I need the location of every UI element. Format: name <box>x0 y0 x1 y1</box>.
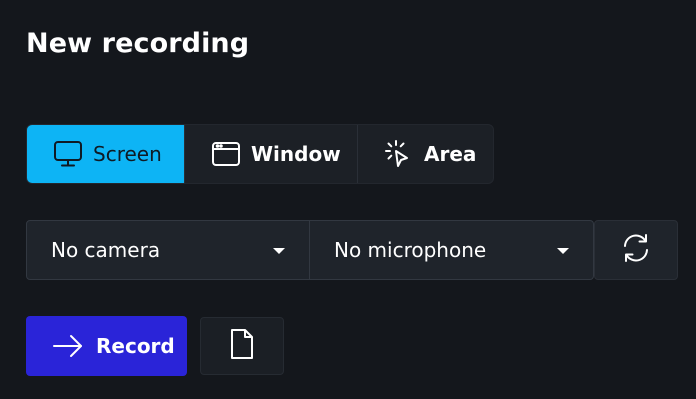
tab-area-label: Area <box>424 142 477 166</box>
open-file-button[interactable] <box>200 317 284 375</box>
camera-select[interactable]: No camera <box>26 220 310 280</box>
tab-screen[interactable]: Screen <box>27 125 184 183</box>
file-icon <box>229 328 255 364</box>
refresh-icon <box>620 232 652 268</box>
monitor-icon <box>53 138 83 170</box>
page-title: New recording <box>26 28 250 59</box>
camera-select-value: No camera <box>51 238 161 262</box>
device-selectors: No camera No microphone <box>26 220 594 280</box>
record-button-label: Record <box>96 334 175 358</box>
source-selector: Screen Window Area <box>26 124 494 184</box>
tab-window[interactable]: Window <box>184 125 357 183</box>
tab-area[interactable]: Area <box>357 125 493 183</box>
chevron-down-icon <box>273 248 285 254</box>
tab-screen-label: Screen <box>93 142 162 166</box>
chevron-down-icon <box>557 248 569 254</box>
new-recording-panel: New recording Screen Window Area No came… <box>0 0 696 399</box>
microphone-select-value: No microphone <box>334 238 487 262</box>
record-button[interactable]: Record <box>26 316 187 376</box>
arrow-right-icon <box>52 334 84 358</box>
window-icon <box>211 138 241 170</box>
area-select-cursor-icon <box>384 138 414 170</box>
microphone-select[interactable]: No microphone <box>310 220 594 280</box>
tab-window-label: Window <box>251 142 341 166</box>
refresh-devices-button[interactable] <box>594 220 678 280</box>
